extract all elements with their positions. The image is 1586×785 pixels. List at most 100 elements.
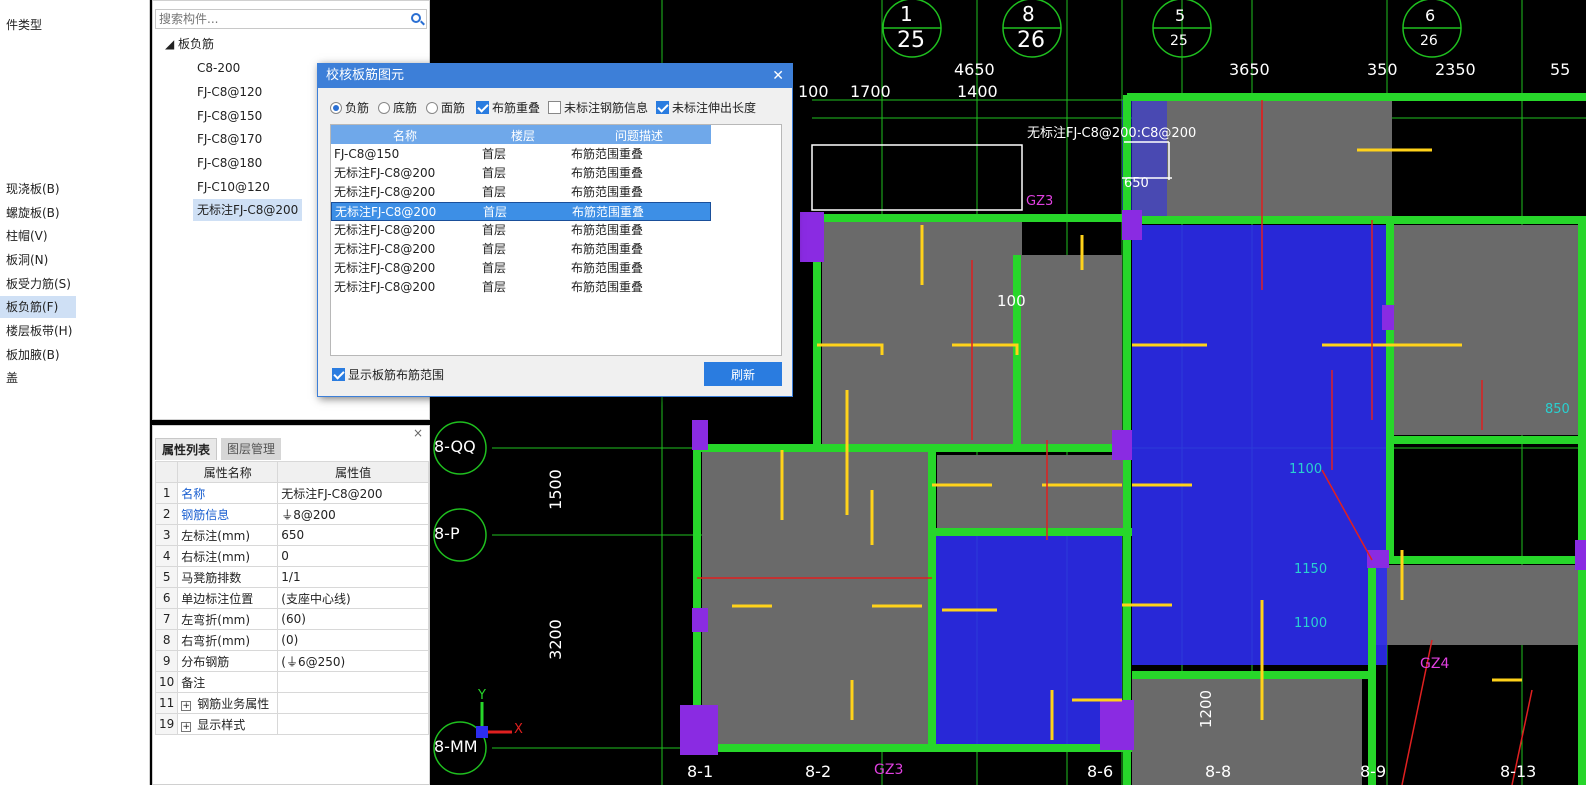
radio-icon[interactable]: [378, 102, 390, 114]
issue-name: 无标注FJ-C8@200: [334, 185, 436, 199]
checkbox-unlabeled[interactable]: 未标注钢筋信息: [548, 100, 648, 116]
checkbox-show-range[interactable]: 显示板筋布筋范围: [332, 366, 444, 383]
checkbox-icon[interactable]: [656, 101, 669, 114]
nav-item[interactable]: 螺旋板(B): [0, 202, 60, 224]
radio-negative[interactable]: 负筋: [330, 100, 369, 116]
tree-item[interactable]: FJ-C8@170: [193, 128, 266, 150]
property-value[interactable]: 1/1: [277, 566, 429, 588]
issue-floor: 首层: [483, 205, 508, 219]
table-row[interactable]: 7 左弯折(mm) (60): [154, 608, 429, 630]
col-header-issue[interactable]: 问题描述: [615, 127, 663, 144]
checkbox-label: 布筋重叠: [492, 101, 541, 115]
axis-label: 25: [897, 28, 925, 53]
tree-item[interactable]: 无标注FJ-C8@200: [193, 199, 303, 221]
property-name: + 钢筋业务属性: [177, 692, 279, 714]
property-value[interactable]: 650: [277, 524, 429, 546]
table-row[interactable]: 11 + 钢筋业务属性: [154, 692, 429, 714]
property-value[interactable]: (⏚6@250): [277, 650, 429, 672]
tab-properties[interactable]: 属性列表: [155, 438, 218, 460]
radio-bottom[interactable]: 底筋: [378, 100, 417, 116]
list-item[interactable]: 无标注FJ-C8@200 首层 布筋范围重叠: [331, 164, 711, 183]
nav-item[interactable]: 楼层板带(H): [0, 320, 72, 342]
property-value[interactable]: (0): [277, 629, 429, 651]
nav-item[interactable]: 板加腋(B): [0, 344, 60, 366]
tree-group[interactable]: ◢ 板负筋: [165, 35, 214, 52]
table-row[interactable]: 8 右弯折(mm) (0): [154, 629, 429, 651]
axis-label: 8: [1022, 2, 1035, 26]
checkbox-overlap[interactable]: 布筋重叠: [476, 100, 540, 116]
close-icon[interactable]: ✕: [772, 64, 784, 88]
issue-name: 无标注FJ-C8@200: [334, 166, 436, 180]
property-value[interactable]: (60): [277, 608, 429, 630]
nav-item[interactable]: 柱帽(V): [0, 225, 48, 247]
table-row[interactable]: 9 分布钢筋 (⏚6@250): [154, 650, 429, 672]
table-row[interactable]: 4 右标注(mm) 0: [154, 545, 429, 567]
col-header-floor[interactable]: 楼层: [511, 127, 535, 144]
tree-item[interactable]: C8-200: [193, 57, 244, 79]
nav-item[interactable]: 盖: [0, 367, 18, 389]
list-item[interactable]: 无标注FJ-C8@200 首层 布筋范围重叠: [331, 202, 711, 221]
tree-item[interactable]: FJ-C8@180: [193, 152, 266, 174]
nav-item[interactable]: 板负筋(F): [0, 296, 76, 318]
component-type-nav: 件类型现浇板(B) 螺旋板(B) 柱帽(V) 板洞(N) 板受力筋(S) 板负筋(F) 楼层…: [0, 0, 150, 785]
checkbox-extend-length[interactable]: 未标注伸出长度: [656, 100, 756, 116]
issue-list[interactable]: 名称 楼层 问题描述 FJ-C8@150 首层 布筋范围重叠 无标注FJ-C8@200…: [330, 124, 782, 356]
checkbox-icon[interactable]: [476, 101, 489, 114]
table-row[interactable]: 6 单边标注位置 (支座中心线): [154, 587, 429, 609]
issue-floor: 首层: [482, 166, 507, 180]
list-item[interactable]: 无标注FJ-C8@200 首层 布筋范围重叠: [331, 183, 711, 202]
table-row[interactable]: 19 + 显示样式: [154, 713, 429, 735]
checkbox-icon[interactable]: [332, 368, 345, 381]
nav-item[interactable]: 现浇板(B): [0, 178, 60, 200]
list-item[interactable]: 无标注FJ-C8@200 首层 布筋范围重叠: [331, 259, 711, 278]
close-icon[interactable]: ×: [413, 426, 423, 440]
tree-item[interactable]: FJ-C10@120: [193, 176, 274, 198]
list-item[interactable]: 无标注FJ-C8@200 首层 布筋范围重叠: [331, 221, 711, 240]
axis-label: 8-8: [1205, 762, 1232, 781]
axis-label: 6: [1425, 6, 1436, 25]
tab-layers[interactable]: 图层管理: [221, 438, 282, 460]
table-row[interactable]: 2 钢筋信息 ⏚8@200: [154, 503, 429, 525]
dimension-text: 1100: [1294, 616, 1328, 631]
property-name: 单边标注位置: [177, 587, 279, 609]
issue-name: 无标注FJ-C8@200: [334, 261, 436, 275]
property-value[interactable]: ⏚8@200: [277, 503, 429, 525]
table-row[interactable]: 3 左标注(mm) 650: [154, 524, 429, 546]
property-value[interactable]: [277, 671, 429, 693]
property-value[interactable]: 0: [277, 545, 429, 567]
list-item[interactable]: 无标注FJ-C8@200 首层 布筋范围重叠: [331, 278, 711, 297]
nav-item[interactable]: 板受力筋(S): [0, 273, 71, 295]
radio-icon[interactable]: [426, 102, 438, 114]
dimension-text: 1150: [1294, 562, 1328, 577]
dialog-titlebar[interactable]: 校核板筋图元 ✕: [318, 64, 792, 88]
search-input[interactable]: [155, 9, 427, 29]
radio-icon[interactable]: [330, 102, 342, 114]
tree-item[interactable]: FJ-C8@120: [193, 81, 266, 103]
property-value[interactable]: 无标注FJ-C8@200: [277, 482, 429, 504]
table-row[interactable]: 1 名称 无标注FJ-C8@200: [154, 482, 429, 504]
search-icon[interactable]: [411, 13, 421, 23]
tree-item[interactable]: FJ-C8@150: [193, 105, 266, 127]
collapse-icon[interactable]: ◢: [165, 37, 178, 51]
nav-item[interactable]: 板洞(N): [0, 249, 48, 271]
expand-icon[interactable]: +: [181, 721, 192, 732]
nav-item[interactable]: 件类型: [0, 14, 42, 36]
property-name: 钢筋信息: [177, 503, 279, 525]
col-header-name[interactable]: 名称: [393, 127, 417, 144]
property-name: + 显示样式: [177, 713, 279, 735]
row-number: 11: [154, 692, 179, 714]
property-name: 备注: [177, 671, 279, 693]
property-value[interactable]: (支座中心线): [277, 587, 429, 609]
row-number: 9: [154, 650, 179, 672]
refresh-button[interactable]: 刷新: [704, 362, 782, 386]
property-value[interactable]: [277, 713, 429, 735]
checkbox-icon[interactable]: [548, 101, 561, 114]
table-row[interactable]: 10 备注: [154, 671, 429, 693]
y-axis-label: Y: [478, 688, 486, 703]
table-row[interactable]: 5 马凳筋排数 1/1: [154, 566, 429, 588]
radio-top[interactable]: 面筋: [426, 100, 465, 116]
list-item[interactable]: FJ-C8@150 首层 布筋范围重叠: [331, 145, 711, 164]
expand-icon[interactable]: +: [181, 700, 192, 711]
list-item[interactable]: 无标注FJ-C8@200 首层 布筋范围重叠: [331, 240, 711, 259]
property-value[interactable]: [277, 692, 429, 714]
